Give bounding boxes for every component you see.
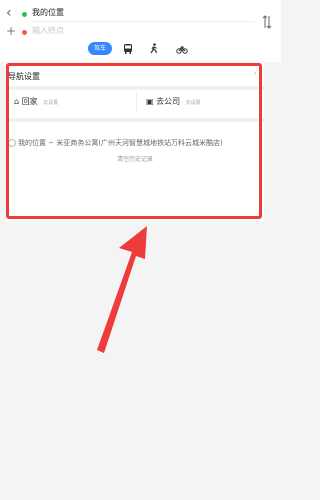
destination-input[interactable]: 输入终点 [32, 25, 64, 37]
home-label: 回家 [21, 97, 38, 106]
walk-icon[interactable] [148, 42, 160, 55]
back-arrow-icon[interactable]: ‹ [6, 5, 18, 21]
company-set-link: 去设置 [185, 100, 201, 106]
divider [6, 118, 264, 122]
company-shortcut[interactable]: ▣ 去公司 去设置 [146, 95, 201, 109]
travel-mode-tabs: 驾车 [88, 42, 208, 58]
add-waypoint-icon[interactable]: + [6, 24, 16, 38]
route-shortcut-panel: 导航设置 ‹ › ⌂ 回家 去设置 ▣ 去公司 去设置 我的位置 − 米亚商务公… [6, 63, 264, 221]
route-header: ‹ 我的位置 + 输入终点 驾车 [0, 0, 281, 62]
clear-history-button[interactable]: 清空历史记录 [6, 155, 264, 165]
swap-icon[interactable] [262, 14, 272, 30]
history-item[interactable]: 我的位置 − 米亚商务公寓(广州天河智慧城地铁站万科云城米酷店) [8, 136, 262, 150]
home-icon: ⌂ [14, 97, 20, 106]
origin-field[interactable]: 我的位置 [32, 6, 64, 20]
tab-drive[interactable]: 驾车 [88, 42, 112, 55]
history-route-text: 我的位置 − 米亚商务公寓(广州天河智慧城地铁站万科云城米酷店) [18, 139, 223, 147]
nav-settings-title[interactable]: 导航设置 [8, 72, 40, 82]
chevron-right-icon[interactable]: ‹ › [254, 70, 261, 77]
history-clock-icon [8, 139, 16, 147]
home-set-link: 去设置 [43, 100, 59, 106]
end-dot-icon [22, 30, 27, 35]
company-label: 去公司 [156, 97, 181, 106]
divider [6, 86, 264, 90]
field-divider [32, 21, 254, 22]
divider [136, 92, 137, 112]
start-dot-icon [22, 12, 27, 17]
bus-icon[interactable] [122, 42, 134, 55]
briefcase-icon: ▣ [146, 97, 154, 106]
home-shortcut[interactable]: ⌂ 回家 去设置 [14, 95, 58, 109]
bike-icon[interactable] [176, 42, 188, 55]
